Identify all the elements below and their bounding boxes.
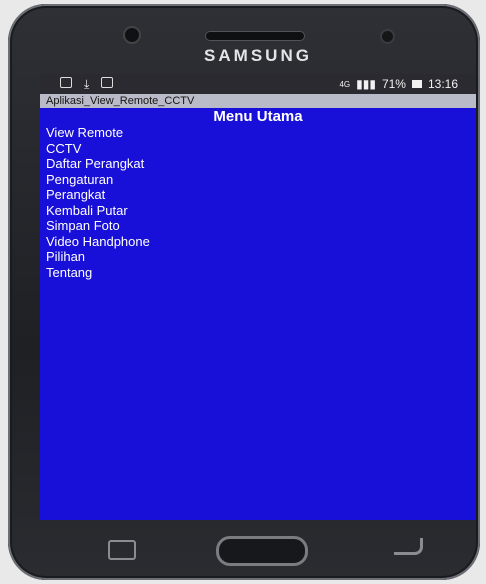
front-camera [125,28,139,42]
clock: 13:16 [427,77,458,91]
battery-percent: 71% [381,77,406,91]
menu-item-view-remote[interactable]: View Remote [46,125,476,141]
menu-list: View Remote CCTV Daftar Perangkat Pengat… [40,125,476,280]
message-icon [60,76,72,88]
menu-item-kembali-putar[interactable]: Kembali Putar [46,203,476,219]
menu-item-daftar-perangkat[interactable]: Daftar Perangkat [46,156,476,172]
menu-item-cctv[interactable]: CCTV [46,141,476,157]
back-button[interactable] [394,538,423,555]
recent-apps-button[interactable] [108,540,136,560]
menu-heading: Menu Utama [213,108,303,125]
download-icon: ⤓ [84,76,90,91]
screenshot-icon [101,76,114,88]
phone-frame: SAMSUNG ⤓ 4G ▮▮▮ 71% 13:16 Aplikasi_View… [8,4,480,580]
earpiece-speaker [206,32,304,40]
battery-icon [411,80,422,88]
phone-screen: ⤓ 4G ▮▮▮ 71% 13:16 Aplikasi_View_Remote_… [40,74,476,520]
proximity-sensor [382,31,393,42]
menu-item-video-handphone[interactable]: Video Handphone [46,234,476,250]
status-bar: ⤓ 4G ▮▮▮ 71% 13:16 [40,74,476,94]
menu-item-perangkat[interactable]: Perangkat [46,187,476,203]
menu-item-pengaturan[interactable]: Pengaturan [46,172,476,188]
app-title-bar: Aplikasi_View_Remote_CCTV [40,94,476,108]
menu-item-pilihan[interactable]: Pilihan [46,249,476,265]
menu-item-simpan-foto[interactable]: Simpan Foto [46,218,476,234]
hardware-nav-bar [40,524,476,574]
network-type: 4G [339,79,351,89]
home-button[interactable] [216,536,308,566]
menu-item-tentang[interactable]: Tentang [46,265,476,281]
signal-icon: ▮▮▮ [356,77,376,91]
brand-logo: SAMSUNG [204,46,312,65]
